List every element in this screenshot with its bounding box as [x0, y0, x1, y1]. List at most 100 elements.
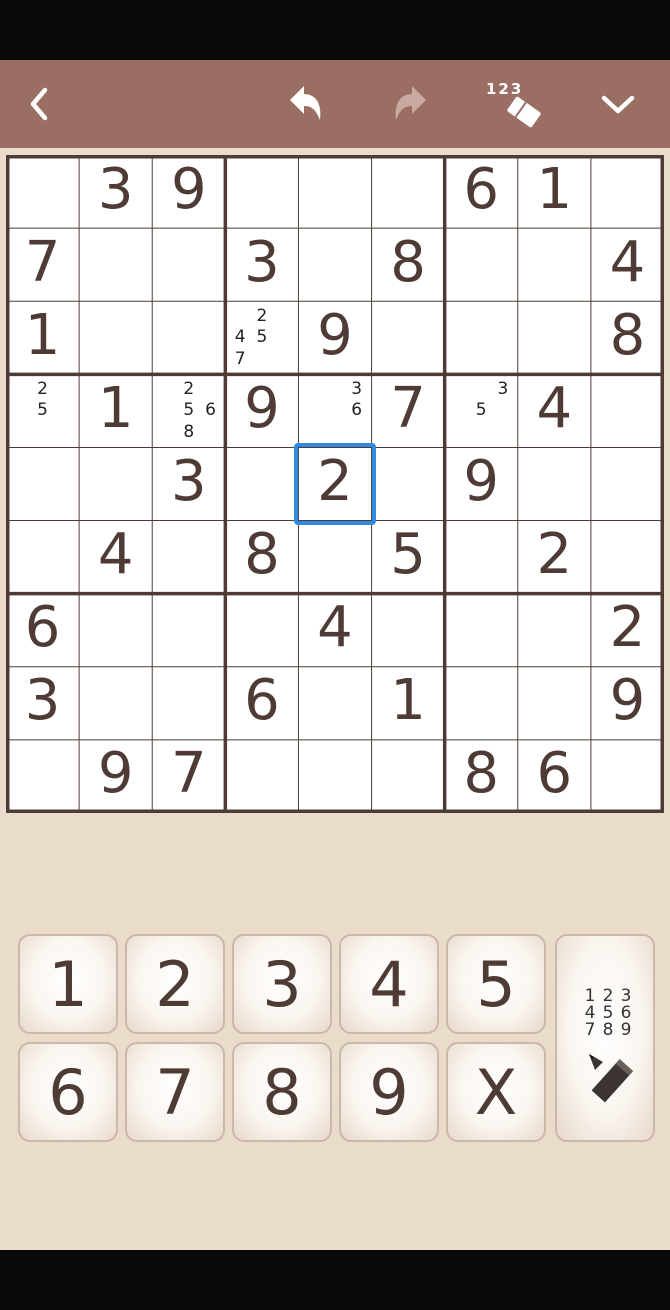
- digit-key[interactable]: 1: [18, 934, 118, 1034]
- sudoku-cell[interactable]: [372, 740, 445, 813]
- sudoku-cell[interactable]: [152, 228, 225, 301]
- sudoku-cell[interactable]: [591, 447, 664, 520]
- erase-notes-button[interactable]: 123: [474, 60, 554, 148]
- sudoku-cell[interactable]: 3: [79, 155, 152, 228]
- undo-button[interactable]: [268, 60, 344, 148]
- sudoku-cell[interactable]: [591, 155, 664, 228]
- note-slot: [156, 378, 178, 400]
- clear-key[interactable]: X: [446, 1042, 546, 1142]
- sudoku-cell[interactable]: 4: [79, 521, 152, 594]
- sudoku-cell[interactable]: 25: [6, 374, 79, 447]
- sudoku-cell[interactable]: [445, 228, 518, 301]
- sudoku-cell[interactable]: [591, 374, 664, 447]
- sudoku-cell[interactable]: [298, 667, 371, 740]
- sudoku-cell[interactable]: 8: [372, 228, 445, 301]
- sudoku-cell[interactable]: 3: [6, 667, 79, 740]
- digit-key[interactable]: 5: [446, 934, 546, 1034]
- sudoku-cell[interactable]: 35: [445, 374, 518, 447]
- sudoku-cell[interactable]: 1: [372, 667, 445, 740]
- sudoku-cell[interactable]: [372, 447, 445, 520]
- sudoku-cell[interactable]: [372, 301, 445, 374]
- sudoku-cell[interactable]: 4: [518, 374, 591, 447]
- sudoku-cell[interactable]: [6, 155, 79, 228]
- sudoku-cell[interactable]: [225, 740, 298, 813]
- sudoku-cell[interactable]: 2: [298, 447, 371, 520]
- sudoku-cell[interactable]: [225, 155, 298, 228]
- sudoku-cell[interactable]: [445, 301, 518, 374]
- sudoku-cell[interactable]: 5: [372, 521, 445, 594]
- sudoku-cell[interactable]: [372, 594, 445, 667]
- sudoku-cell[interactable]: [591, 521, 664, 594]
- sudoku-cell[interactable]: [225, 594, 298, 667]
- sudoku-cell[interactable]: 3: [225, 228, 298, 301]
- sudoku-cell[interactable]: [445, 667, 518, 740]
- digit-key[interactable]: 9: [339, 1042, 439, 1142]
- sudoku-cell[interactable]: [518, 228, 591, 301]
- sudoku-cell[interactable]: [79, 594, 152, 667]
- sudoku-cell[interactable]: [152, 521, 225, 594]
- sudoku-cell[interactable]: [6, 521, 79, 594]
- sudoku-cell[interactable]: [298, 155, 371, 228]
- sudoku-cell[interactable]: [445, 521, 518, 594]
- sudoku-cell[interactable]: 3: [152, 447, 225, 520]
- sudoku-cell[interactable]: [225, 447, 298, 520]
- sudoku-cell[interactable]: 9: [152, 155, 225, 228]
- sudoku-cell[interactable]: [79, 447, 152, 520]
- notes-mode-button[interactable]: 123456789: [555, 934, 655, 1142]
- redo-button[interactable]: [372, 60, 448, 148]
- sudoku-cell[interactable]: 6: [445, 155, 518, 228]
- sudoku-cell[interactable]: [79, 228, 152, 301]
- sudoku-cell[interactable]: 4: [298, 594, 371, 667]
- sudoku-cell[interactable]: [152, 594, 225, 667]
- sudoku-cell[interactable]: [518, 667, 591, 740]
- sudoku-cell[interactable]: 9: [591, 667, 664, 740]
- sudoku-cell[interactable]: [372, 155, 445, 228]
- sudoku-cell[interactable]: 9: [225, 374, 298, 447]
- sudoku-cell[interactable]: 2568: [152, 374, 225, 447]
- back-button[interactable]: [2, 60, 78, 148]
- sudoku-cell[interactable]: 2: [591, 594, 664, 667]
- sudoku-cell[interactable]: 7: [372, 374, 445, 447]
- sudoku-cell[interactable]: 8: [225, 521, 298, 594]
- sudoku-cell[interactable]: 8: [591, 301, 664, 374]
- menu-button[interactable]: [580, 60, 656, 148]
- sudoku-cell[interactable]: [518, 301, 591, 374]
- sudoku-cell[interactable]: [591, 740, 664, 813]
- sudoku-cell[interactable]: 1: [518, 155, 591, 228]
- sudoku-cell[interactable]: 9: [79, 740, 152, 813]
- sudoku-cell[interactable]: [518, 594, 591, 667]
- sudoku-cell[interactable]: 1: [6, 301, 79, 374]
- sudoku-cell[interactable]: 2457: [225, 301, 298, 374]
- sudoku-cell[interactable]: 6: [225, 667, 298, 740]
- sudoku-cell[interactable]: [298, 228, 371, 301]
- sudoku-cell[interactable]: 9: [445, 447, 518, 520]
- sudoku-cell[interactable]: 36: [298, 374, 371, 447]
- sudoku-cell[interactable]: 1: [79, 374, 152, 447]
- note-digit: 2: [37, 378, 48, 399]
- digit-key[interactable]: 2: [125, 934, 225, 1034]
- sudoku-cell[interactable]: 6: [6, 594, 79, 667]
- sudoku-cell[interactable]: [6, 447, 79, 520]
- digit-key[interactable]: 8: [232, 1042, 332, 1142]
- sudoku-cell[interactable]: [518, 447, 591, 520]
- note-slot: [53, 422, 75, 444]
- sudoku-cell[interactable]: [79, 301, 152, 374]
- sudoku-cell[interactable]: 4: [591, 228, 664, 301]
- digit-key[interactable]: 6: [18, 1042, 118, 1142]
- sudoku-cell[interactable]: [298, 521, 371, 594]
- sudoku-cell[interactable]: [152, 667, 225, 740]
- sudoku-cell[interactable]: 7: [152, 740, 225, 813]
- sudoku-cell[interactable]: [152, 301, 225, 374]
- sudoku-cell[interactable]: 2: [518, 521, 591, 594]
- sudoku-cell[interactable]: 8: [445, 740, 518, 813]
- digit-key[interactable]: 4: [339, 934, 439, 1034]
- sudoku-cell[interactable]: 9: [298, 301, 371, 374]
- sudoku-cell[interactable]: [6, 740, 79, 813]
- sudoku-cell[interactable]: [79, 667, 152, 740]
- digit-key[interactable]: 3: [232, 934, 332, 1034]
- sudoku-cell[interactable]: 7: [6, 228, 79, 301]
- sudoku-cell[interactable]: 6: [518, 740, 591, 813]
- sudoku-cell[interactable]: [445, 594, 518, 667]
- sudoku-cell[interactable]: [298, 740, 371, 813]
- digit-key[interactable]: 7: [125, 1042, 225, 1142]
